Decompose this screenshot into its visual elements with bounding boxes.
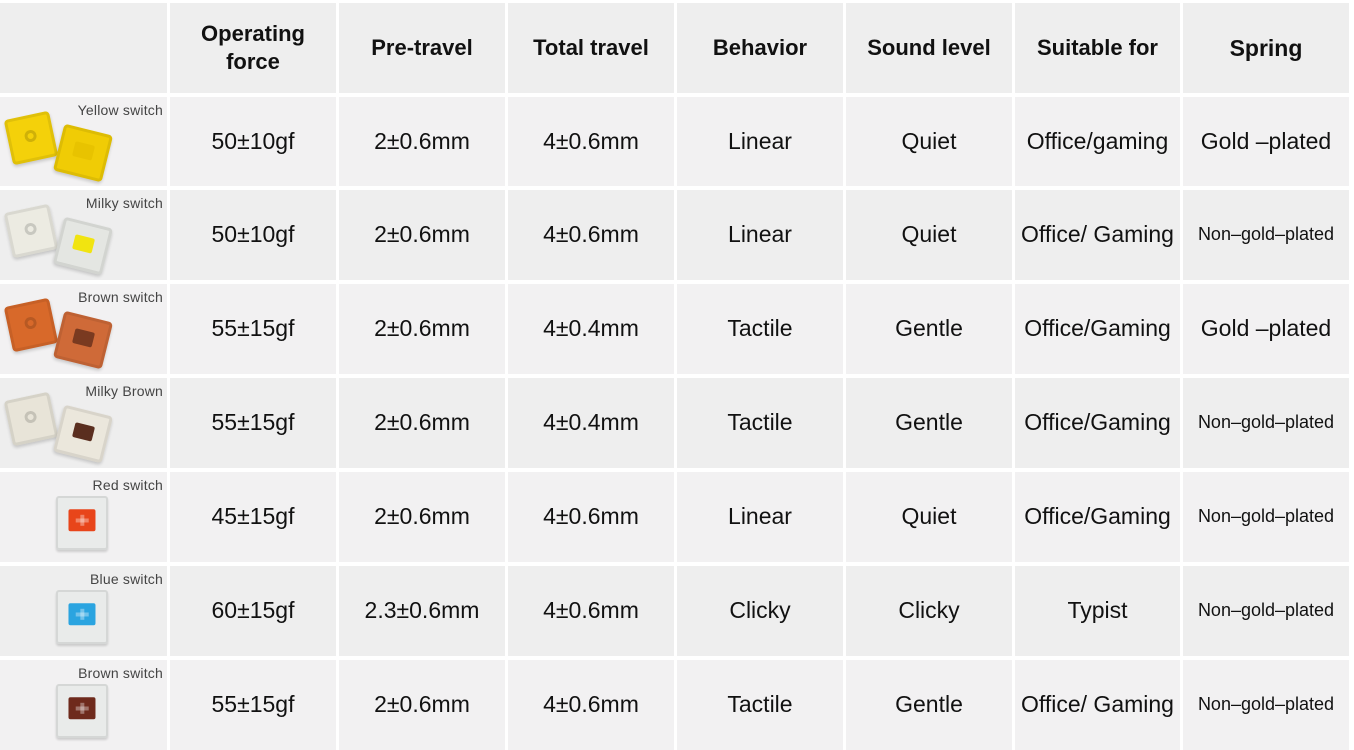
suitable-for-cell: Office/Gaming <box>1015 378 1180 468</box>
milky-brown-switch-icon <box>52 404 114 464</box>
suitable-for-cell: Office/ Gaming <box>1015 190 1180 280</box>
suitable-for-cell: Office/gaming <box>1015 97 1180 186</box>
sound-level-cell: Gentle <box>846 284 1012 374</box>
sound-level-cell: Clicky <box>846 566 1012 656</box>
header-operating-force-line1: Operating <box>201 21 305 46</box>
total-travel-cell: 4±0.6mm <box>508 566 674 656</box>
header-suitable-for: Suitable for <box>1015 3 1180 93</box>
spring-cell: Non–gold–plated <box>1183 566 1349 656</box>
switch-label-cell: Milky switch <box>0 190 167 280</box>
sound-level-cell: Quiet <box>846 190 1012 280</box>
behavior-cell: Tactile <box>677 284 843 374</box>
operating-force-cell: 60±15gf <box>170 566 336 656</box>
spring-cell: Gold –plated <box>1183 284 1349 374</box>
spring-cell: Non–gold–plated <box>1183 660 1349 750</box>
sound-level-cell: Quiet <box>846 472 1012 562</box>
milky-brown-switch-bottom-icon <box>3 391 59 447</box>
header-operating-force: Operating force <box>170 3 336 93</box>
pre-travel-cell: 2.3±0.6mm <box>339 566 505 656</box>
behavior-cell: Linear <box>677 97 843 186</box>
switch-label-cell: Yellow switch <box>0 97 167 186</box>
brown-switch-icon <box>56 684 108 738</box>
pre-travel-cell: 2±0.6mm <box>339 284 505 374</box>
brown-switch-bottom-icon <box>3 297 59 353</box>
stem-hole-icon <box>23 128 38 143</box>
header-sound-level: Sound level <box>846 3 1012 93</box>
pre-travel-cell: 2±0.6mm <box>339 378 505 468</box>
header-total-travel: Total travel <box>508 3 674 93</box>
header-spring: Spring <box>1183 3 1349 93</box>
switch-stem-icon <box>72 421 96 442</box>
operating-force-cell: 50±10gf <box>170 97 336 186</box>
pre-travel-cell: 2±0.6mm <box>339 190 505 280</box>
switch-label-cell: Brown switch <box>0 660 167 750</box>
operating-force-cell: 55±15gf <box>170 378 336 468</box>
total-travel-cell: 4±0.6mm <box>508 97 674 186</box>
header-behavior: Behavior <box>677 3 843 93</box>
suitable-for-cell: Office/Gaming <box>1015 472 1180 562</box>
switch-stem-icon <box>72 233 96 254</box>
switch-name: Red switch <box>92 477 163 493</box>
switch-stem-icon <box>68 509 96 532</box>
spring-cell: Non–gold–plated <box>1183 472 1349 562</box>
switch-name: Milky Brown <box>85 383 163 399</box>
switch-label-cell: Milky Brown <box>0 378 167 468</box>
spring-cell: Non–gold–plated <box>1183 190 1349 280</box>
switch-name: Brown switch <box>78 289 163 305</box>
total-travel-cell: 4±0.4mm <box>508 284 674 374</box>
switch-comparison-table: Operating force Pre-travel Total travel B… <box>0 0 1354 750</box>
switch-label-cell: Brown switch <box>0 284 167 374</box>
total-travel-cell: 4±0.6mm <box>508 190 674 280</box>
switch-label-cell: Blue switch <box>0 566 167 656</box>
switch-name: Milky switch <box>85 195 163 211</box>
spring-cell: Non–gold–plated <box>1183 378 1349 468</box>
total-travel-cell: 4±0.6mm <box>508 472 674 562</box>
total-travel-cell: 4±0.4mm <box>508 378 674 468</box>
sound-level-cell: Quiet <box>846 97 1012 186</box>
red-switch-icon <box>56 496 108 550</box>
blue-switch-icon <box>56 590 108 644</box>
brown-switch-icon <box>52 310 114 370</box>
yellow-switch-icon <box>52 123 114 183</box>
sound-level-cell: Gentle <box>846 660 1012 750</box>
behavior-cell: Clicky <box>677 566 843 656</box>
total-travel-cell: 4±0.6mm <box>508 660 674 750</box>
pre-travel-cell: 2±0.6mm <box>339 97 505 186</box>
pre-travel-cell: 2±0.6mm <box>339 660 505 750</box>
suitable-for-cell: Office/ Gaming <box>1015 660 1180 750</box>
operating-force-cell: 50±10gf <box>170 190 336 280</box>
switch-stem-icon <box>68 697 96 720</box>
switch-stem-icon <box>68 603 96 626</box>
switch-stem-icon <box>72 140 96 161</box>
stem-hole-icon <box>23 409 38 424</box>
behavior-cell: Linear <box>677 472 843 562</box>
switch-label-cell: Red switch <box>0 472 167 562</box>
switch-name: Yellow switch <box>77 102 163 118</box>
operating-force-cell: 45±15gf <box>170 472 336 562</box>
milky-switch-bottom-icon <box>3 203 59 259</box>
suitable-for-cell: Office/Gaming <box>1015 284 1180 374</box>
stem-hole-icon <box>23 315 38 330</box>
suitable-for-cell: Typist <box>1015 566 1180 656</box>
sound-level-cell: Gentle <box>846 378 1012 468</box>
switch-stem-icon <box>72 327 96 348</box>
operating-force-cell: 55±15gf <box>170 284 336 374</box>
behavior-cell: Tactile <box>677 378 843 468</box>
header-pre-travel: Pre-travel <box>339 3 505 93</box>
behavior-cell: Tactile <box>677 660 843 750</box>
spring-cell: Gold –plated <box>1183 97 1349 186</box>
milky-switch-icon <box>52 216 114 276</box>
pre-travel-cell: 2±0.6mm <box>339 472 505 562</box>
header-operating-force-line2: force <box>226 49 280 74</box>
operating-force-cell: 55±15gf <box>170 660 336 750</box>
switch-name: Blue switch <box>89 571 163 587</box>
switch-name: Brown switch <box>78 665 163 681</box>
header-corner-cell <box>0 3 167 93</box>
behavior-cell: Linear <box>677 190 843 280</box>
yellow-switch-bottom-icon <box>3 110 59 166</box>
stem-hole-icon <box>23 221 38 236</box>
